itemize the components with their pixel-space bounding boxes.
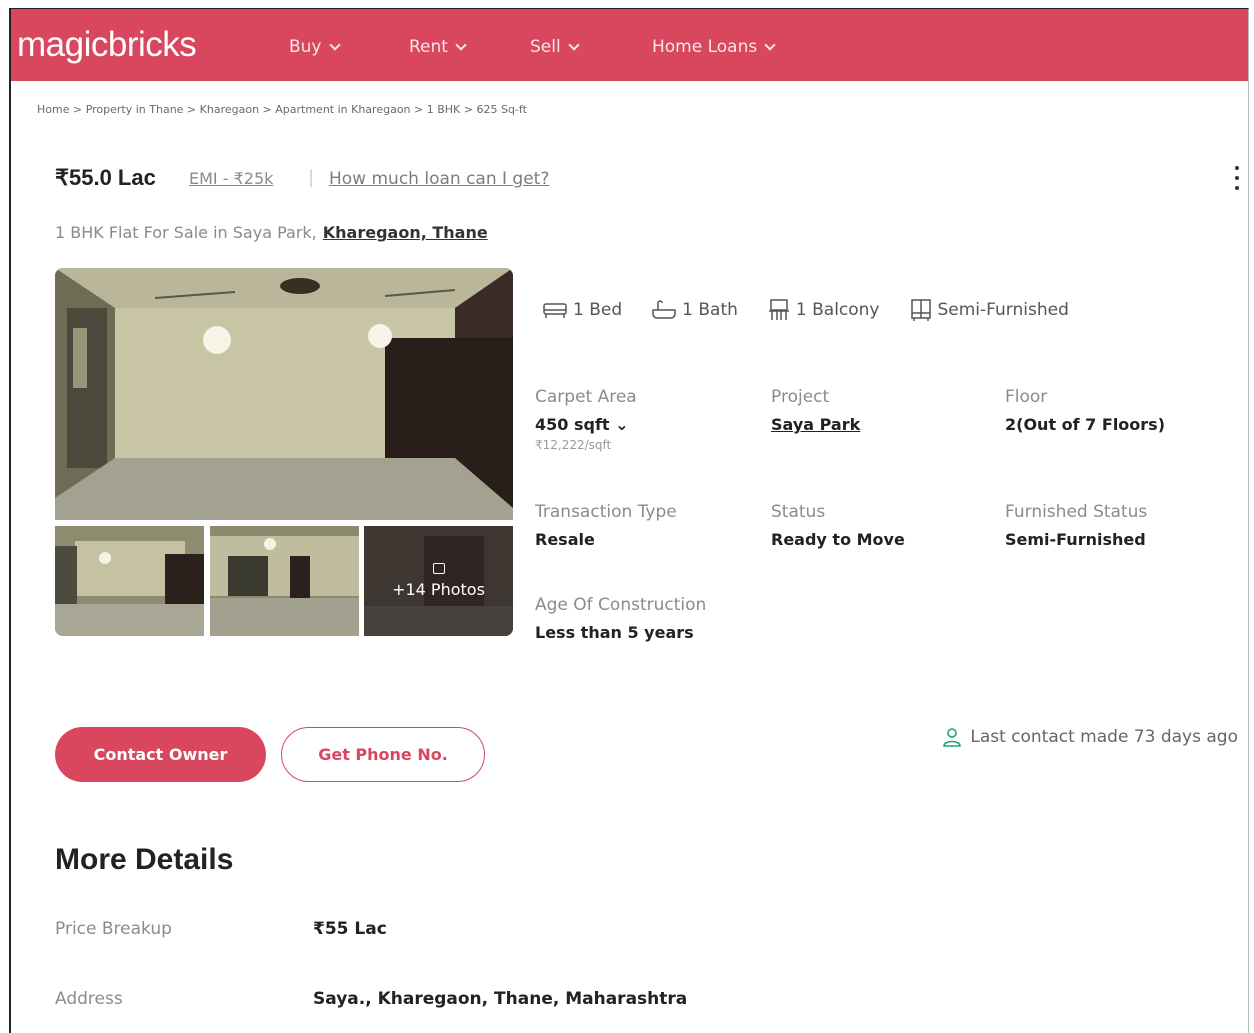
main-property-photo[interactable]	[55, 268, 513, 520]
carpet-area-value[interactable]: 450 sqft ⌄	[535, 415, 637, 434]
furnished-status-value: Semi-Furnished	[1005, 530, 1146, 549]
carpet-area-amount: 450 sqft	[535, 415, 610, 434]
bath-icon	[652, 300, 676, 319]
floor-value: 2(Out of 7 Floors)	[1005, 415, 1166, 434]
transaction-type-value: Resale	[535, 530, 595, 549]
transaction-type-label: Transaction Type	[535, 502, 677, 522]
nav-sell[interactable]: Sell	[530, 37, 580, 57]
age-value: Less than 5 years	[535, 623, 694, 642]
price-breakup-value: ₹55 Lac	[313, 919, 387, 939]
price-breakup-label: Price Breakup	[55, 919, 172, 939]
chevron-down-icon	[328, 38, 341, 51]
status-value: Ready to Move	[771, 530, 905, 549]
furnished-icon	[910, 299, 931, 321]
chevron-down-icon	[455, 38, 467, 51]
more-photos-tile[interactable]: +14 Photos	[364, 526, 513, 636]
photo-thumbnail[interactable]	[210, 526, 359, 636]
feature-bath: 1 Bath	[652, 299, 738, 321]
carpet-area-label: Carpet Area	[535, 387, 637, 407]
more-details-heading: More Details	[55, 843, 234, 876]
last-contact-info: Last contact made 73 days ago	[942, 727, 1238, 747]
nav-buy[interactable]: Buy	[289, 37, 341, 57]
gallery-icon	[432, 563, 445, 574]
more-options-icon[interactable]	[1234, 166, 1240, 190]
feature-balcony: 1 Balcony	[768, 299, 880, 321]
nav-home-loans[interactable]: Home Loans	[652, 37, 776, 57]
age-of-construction: Age Of Construction Less than 5 years	[535, 595, 706, 642]
carpet-area: Carpet Area 450 sqft ⌄ ₹12,222/sqft	[535, 387, 637, 452]
bed-icon	[543, 303, 567, 318]
nav-sell-label: Sell	[530, 37, 561, 57]
transaction-type: Transaction Type Resale	[535, 502, 677, 549]
project: Project Saya Park	[771, 387, 860, 434]
nav-rent-label: Rent	[409, 37, 448, 57]
chevron-down-icon	[568, 38, 580, 51]
status-label: Status	[771, 502, 826, 522]
contact-owner-button[interactable]: Contact Owner	[55, 727, 266, 782]
loan-eligibility-link[interactable]: How much loan can I get?	[329, 169, 549, 189]
feature-furnishing-label: Semi-Furnished	[937, 300, 1069, 320]
locality-link[interactable]: Kharegaon, Thane	[323, 223, 488, 242]
top-navbar: magicbricks Buy Rent Sell Home Loans	[11, 9, 1248, 81]
balcony-icon	[768, 299, 789, 320]
feature-balcony-label: 1 Balcony	[795, 300, 880, 320]
breadcrumb[interactable]: Home > Property in Thane > Kharegaon > A…	[37, 103, 527, 116]
nav-rent[interactable]: Rent	[409, 37, 467, 57]
divider: |	[308, 167, 315, 188]
photo-count-overlay: +14 Photos	[364, 526, 513, 636]
feature-bath-label: 1 Bath	[682, 300, 738, 320]
floor: Floor 2(Out of 7 Floors)	[1005, 387, 1165, 434]
price-per-sqft: ₹12,222/sqft	[535, 438, 612, 452]
chevron-down-icon	[764, 38, 776, 51]
page-frame: magicbricks Buy Rent Sell Home Loans Hom…	[9, 8, 1249, 1033]
user-icon	[943, 728, 962, 747]
feature-list: 1 Bed 1 Bath 1 Balcony Semi-Furnished	[543, 299, 1069, 321]
detail-row: Address Saya., Kharegaon, Thane, Maharas…	[55, 989, 687, 1009]
furnished-status-label: Furnished Status	[1005, 502, 1148, 522]
feature-bed-label: 1 Bed	[573, 300, 623, 320]
project-link[interactable]: Saya Park	[771, 415, 860, 434]
detail-row: Price Breakup ₹55 Lac	[55, 919, 387, 939]
photo-count-label: +14 Photos	[392, 580, 485, 599]
project-label: Project	[771, 387, 830, 407]
address-label: Address	[55, 989, 123, 1009]
listing-title-text: 1 BHK Flat For Sale in Saya Park,	[55, 223, 317, 242]
get-phone-button[interactable]: Get Phone No.	[281, 727, 485, 782]
address-value: Saya., Kharegaon, Thane, Maharashtra	[313, 989, 688, 1009]
listing-price: ₹55.0 Lac	[55, 165, 156, 190]
feature-bed: 1 Bed	[543, 299, 622, 321]
emi-link[interactable]: EMI - ₹25k	[189, 169, 273, 188]
floor-label: Floor	[1005, 387, 1048, 407]
nav-home-loans-label: Home Loans	[652, 37, 758, 57]
nav-buy-label: Buy	[289, 37, 322, 57]
age-label: Age Of Construction	[535, 595, 707, 615]
magicbricks-logo[interactable]: magicbricks	[17, 25, 197, 65]
feature-furnishing: Semi-Furnished	[910, 299, 1069, 321]
status: Status Ready to Move	[771, 502, 905, 549]
unit-dropdown-icon[interactable]: ⌄	[615, 415, 628, 434]
photo-thumbnail[interactable]	[55, 526, 204, 636]
last-contact-text: Last contact made 73 days ago	[970, 727, 1238, 747]
furnished-status: Furnished Status Semi-Furnished	[1005, 502, 1147, 549]
listing-title: 1 BHK Flat For Sale in Saya Park, Kharega…	[55, 223, 488, 242]
